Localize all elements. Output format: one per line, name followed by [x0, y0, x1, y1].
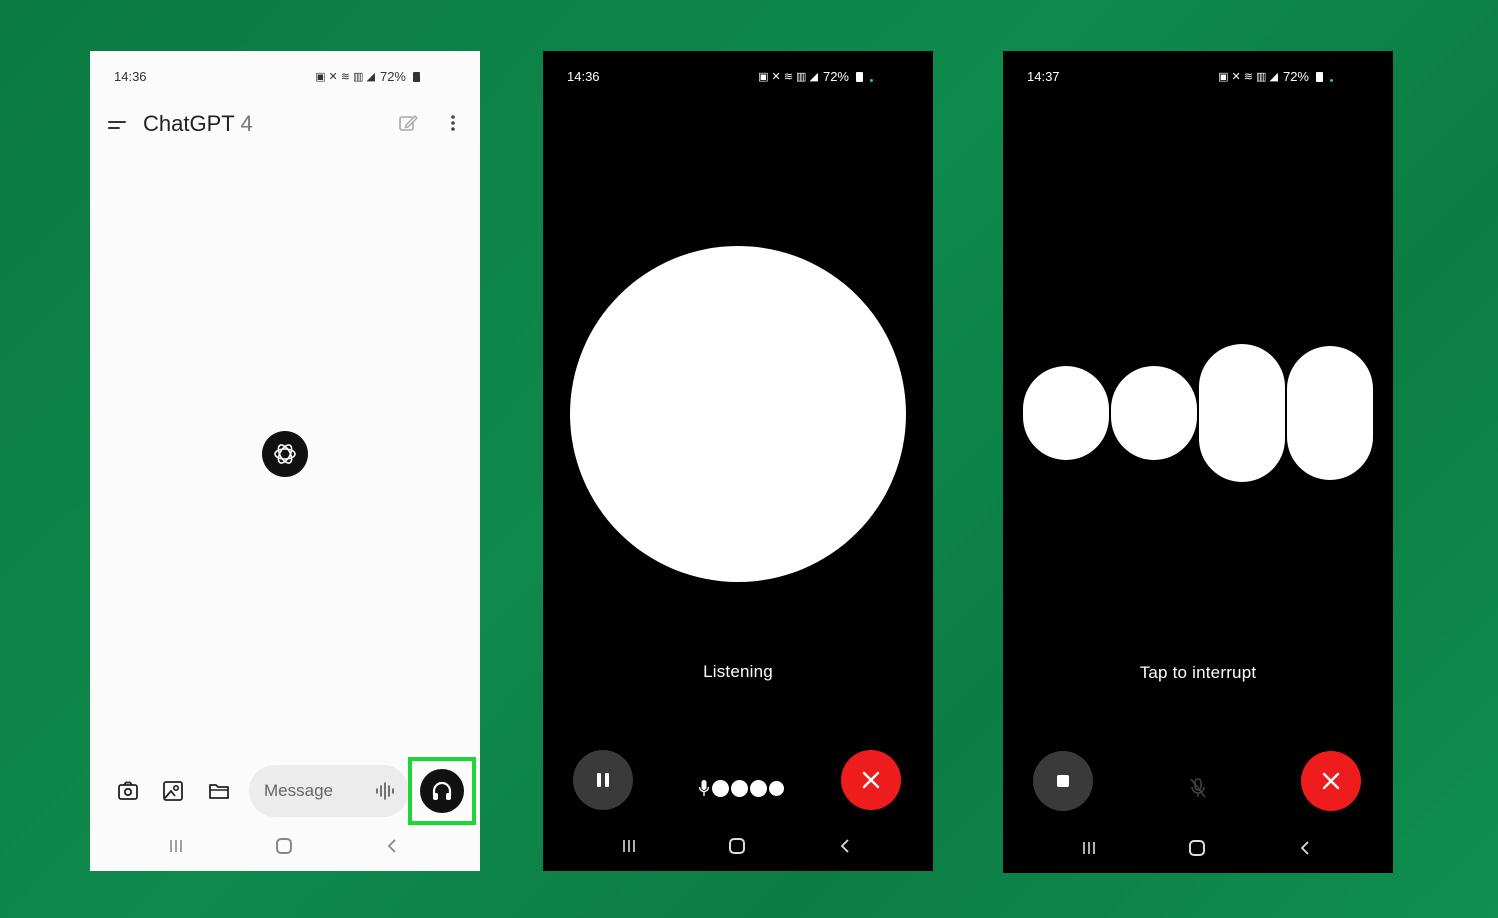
status-icons: ▣ ✕ ≋ ▥ ◢ 72%	[758, 69, 873, 84]
folder-icon[interactable]	[207, 779, 231, 803]
voice-listening-screen: 14:36 ▣ ✕ ≋ ▥ ◢ 72% Listening	[543, 51, 933, 871]
status-icons: ▣ ✕ ≋ ▥ ◢ 72%	[315, 69, 420, 84]
home-icon[interactable]	[276, 838, 292, 854]
listening-orb[interactable]	[570, 246, 906, 582]
status-bar: 14:36 ▣ ✕ ≋ ▥ ◢ 72%	[567, 67, 909, 87]
signal-icon: ▣ ✕ ≋ ▥ ◢	[315, 71, 375, 83]
level-dot	[769, 780, 784, 796]
openai-logo-icon	[262, 431, 308, 477]
system-nav-bar	[90, 831, 480, 861]
camera-icon[interactable]	[116, 779, 140, 803]
status-time: 14:37	[1027, 69, 1060, 84]
image-icon[interactable]	[161, 779, 185, 803]
recent-apps-icon[interactable]	[621, 839, 637, 853]
battery-level: 72%	[822, 69, 849, 84]
back-icon[interactable]	[1299, 841, 1311, 855]
home-icon[interactable]	[1189, 840, 1205, 856]
microphone-muted-icon[interactable]	[1189, 777, 1207, 799]
end-voice-button[interactable]	[841, 750, 901, 810]
status-icons: ▣ ✕ ≋ ▥ ◢ 72%	[1218, 69, 1333, 84]
end-voice-button[interactable]	[1301, 751, 1361, 811]
message-field[interactable]	[249, 765, 409, 817]
app-title[interactable]: ChatGPT 4	[143, 111, 253, 137]
privacy-indicator-icon	[870, 79, 873, 82]
pause-button[interactable]	[573, 750, 633, 810]
home-icon[interactable]	[729, 838, 745, 854]
recent-apps-icon[interactable]	[1081, 841, 1097, 855]
recent-apps-icon[interactable]	[168, 839, 184, 853]
battery-icon	[856, 71, 863, 82]
system-nav-bar	[543, 831, 933, 861]
close-icon	[862, 771, 880, 789]
voice-state-label: Listening	[703, 662, 773, 681]
signal-icon: ▣ ✕ ≋ ▥ ◢	[1218, 71, 1278, 83]
speaking-bar[interactable]	[1023, 366, 1109, 460]
speaking-bar[interactable]	[1111, 366, 1197, 460]
waveform-icon[interactable]	[375, 782, 395, 800]
voice-state-label: Tap to interrupt	[1139, 663, 1257, 682]
menu-icon[interactable]	[108, 119, 126, 133]
app-bar: ChatGPT 4	[90, 109, 480, 149]
signal-icon: ▣ ✕ ≋ ▥ ◢	[758, 71, 818, 83]
back-icon[interactable]	[386, 839, 398, 853]
stop-icon	[1057, 775, 1069, 787]
chat-screen: 14:36 ▣ ✕ ≋ ▥ ◢ 72% ChatGPT 4	[90, 51, 480, 871]
level-dot	[731, 779, 748, 797]
status-time: 14:36	[567, 69, 600, 84]
level-dot	[712, 779, 729, 797]
privacy-indicator-icon	[1330, 79, 1333, 82]
speaking-bar[interactable]	[1287, 346, 1373, 480]
battery-level: 72%	[379, 69, 406, 84]
mic-level-indicator	[698, 778, 784, 798]
app-name: ChatGPT	[143, 111, 235, 136]
edit-icon[interactable]	[398, 113, 418, 133]
model-version: 4	[240, 111, 253, 136]
back-icon[interactable]	[839, 839, 851, 853]
headphones-icon	[432, 781, 452, 800]
message-input[interactable]	[264, 765, 374, 817]
close-icon	[1322, 772, 1340, 790]
battery-icon	[1316, 71, 1323, 82]
voice-mode-button[interactable]	[420, 769, 464, 813]
status-bar: 14:37 ▣ ✕ ≋ ▥ ◢ 72%	[1027, 67, 1369, 87]
microphone-icon	[698, 780, 710, 796]
voice-speaking-screen: 14:37 ▣ ✕ ≋ ▥ ◢ 72% Tap to interrupt	[1003, 51, 1393, 873]
status-bar: 14:36 ▣ ✕ ≋ ▥ ◢ 72%	[114, 67, 456, 87]
level-dot	[750, 779, 767, 797]
stop-button[interactable]	[1033, 751, 1093, 811]
speaking-bar[interactable]	[1199, 344, 1285, 482]
more-icon[interactable]	[450, 113, 456, 133]
status-time: 14:36	[114, 69, 147, 84]
system-nav-bar	[1003, 833, 1393, 863]
battery-icon	[413, 71, 420, 82]
pause-icon	[597, 773, 609, 787]
battery-level: 72%	[1282, 69, 1309, 84]
